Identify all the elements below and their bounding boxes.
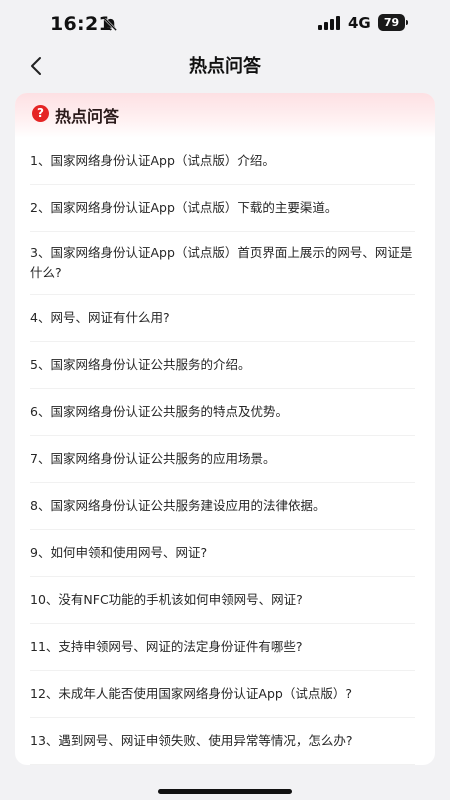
battery-icon: 79: [378, 14, 408, 31]
faq-item[interactable]: 6、国家网络身份认证公共服务的特点及优势。: [30, 389, 415, 436]
faq-item[interactable]: 12、未成年人能否使用国家网络身份认证App（试点版）?: [30, 671, 415, 718]
faq-item[interactable]: 4、网号、网证有什么用?: [30, 295, 415, 342]
question-icon: ?: [32, 105, 49, 122]
faq-item[interactable]: 7、国家网络身份认证公共服务的应用场景。: [30, 436, 415, 483]
faq-item[interactable]: 1、国家网络身份认证App（试点版）介绍。: [30, 138, 415, 185]
faq-item[interactable]: 11、支持申领网号、网证的法定身份证件有哪些?: [30, 624, 415, 671]
faq-item[interactable]: 5、国家网络身份认证公共服务的介绍。: [30, 342, 415, 389]
battery-level: 79: [378, 14, 405, 31]
page-title: 热点问答: [189, 56, 261, 77]
bell-muted-icon: [104, 18, 117, 31]
faq-item[interactable]: 2、国家网络身份认证App（试点版）下载的主要渠道。: [30, 185, 415, 232]
status-bar: 16:21 4G 79: [0, 0, 450, 48]
faq-item[interactable]: 9、如何申领和使用网号、网证?: [30, 530, 415, 577]
faq-item[interactable]: 3、国家网络身份认证App（试点版）首页界面上展示的网号、网证是什么?: [30, 232, 415, 295]
faq-card-header: ? 热点问答: [15, 93, 435, 138]
faq-card-title: 热点问答: [55, 107, 120, 126]
nav-bar: 热点问答: [0, 48, 450, 84]
home-indicator[interactable]: [158, 789, 292, 794]
battery-tip: [406, 20, 408, 25]
faq-item[interactable]: 13、遇到网号、网证申领失败、使用异常等情况，怎么办?: [30, 718, 415, 765]
network-type: 4G: [348, 14, 371, 32]
faq-item[interactable]: 8、国家网络身份认证公共服务建设应用的法律依据。: [30, 483, 415, 530]
faq-list: 1、国家网络身份认证App（试点版）介绍。 2、国家网络身份认证App（试点版）…: [15, 138, 435, 765]
signal-icon: [318, 16, 340, 30]
faq-item[interactable]: 10、没有NFC功能的手机该如何申领网号、网证?: [30, 577, 415, 624]
faq-card: ? 热点问答 1、国家网络身份认证App（试点版）介绍。 2、国家网络身份认证A…: [15, 93, 435, 765]
